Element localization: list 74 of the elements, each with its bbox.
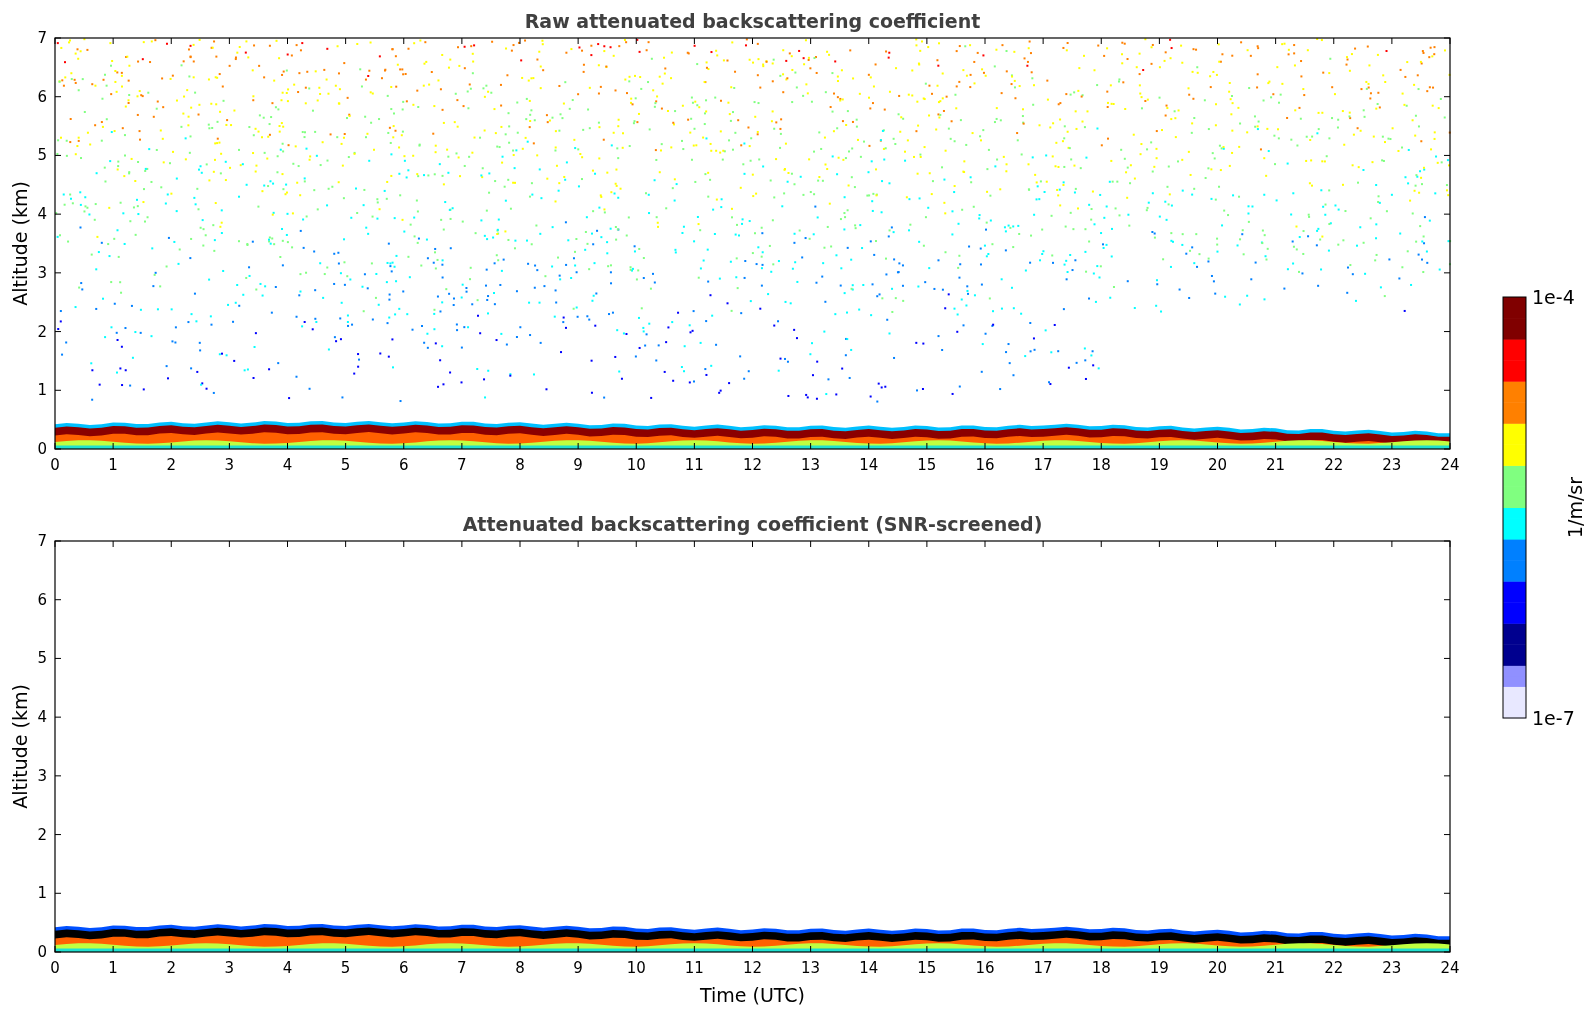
y-tick-label: 4 <box>37 205 47 224</box>
x-tick-label: 8 <box>515 456 525 474</box>
x-tick-label: 7 <box>457 959 467 977</box>
x-tick-label: 13 <box>801 959 821 977</box>
y-axis-label: Altitude (km) <box>9 684 31 809</box>
y-axis-label: Altitude (km) <box>9 181 31 306</box>
colorbar-max-label: 1e-4 <box>1532 286 1575 308</box>
x-tick-label: 2 <box>166 456 176 474</box>
x-tick-label: 6 <box>399 959 409 977</box>
y-tick-label: 2 <box>37 322 47 341</box>
x-tick-label: 6 <box>399 456 409 474</box>
x-tick-label: 5 <box>340 959 351 977</box>
y-tick-label: 7 <box>37 532 47 550</box>
y-tick-label: 2 <box>37 825 47 844</box>
y-tick-label: 3 <box>37 766 47 785</box>
y-tick-label: 3 <box>37 263 47 282</box>
y-tick-label: 4 <box>37 708 47 727</box>
y-tick-label: 5 <box>37 649 47 668</box>
y-tick-label: 6 <box>37 87 47 106</box>
x-tick-label: 24 <box>1440 456 1460 474</box>
x-tick-label: 19 <box>1149 959 1169 977</box>
x-tick-label: 10 <box>626 456 646 474</box>
x-tick-label: 4 <box>282 456 293 474</box>
x-tick-label: 4 <box>282 959 293 977</box>
plot-title: Attenuated backscattering coefficient (SNR-screened) <box>462 513 1043 535</box>
y-tick-label: 5 <box>37 146 47 165</box>
x-tick-label: 14 <box>859 959 879 977</box>
y-tick-label: 6 <box>37 590 47 609</box>
x-tick-label: 12 <box>742 456 763 474</box>
x-tick-label: 9 <box>573 456 583 474</box>
x-tick-label: 23 <box>1382 959 1402 977</box>
y-tick-label: 0 <box>37 943 47 961</box>
x-tick-label: 14 <box>859 456 879 474</box>
x-tick-label: 15 <box>917 456 937 474</box>
x-tick-label: 0 <box>50 959 60 977</box>
x-tick-label: 7 <box>457 456 467 474</box>
x-tick-label: 1 <box>108 456 118 474</box>
x-tick-label: 21 <box>1266 959 1286 977</box>
x-tick-label: 20 <box>1207 959 1228 977</box>
x-tick-label: 3 <box>224 959 235 977</box>
x-tick-label: 3 <box>224 456 235 474</box>
x-tick-label: 1 <box>108 959 118 977</box>
y-tick-label: 7 <box>37 29 47 47</box>
x-tick-label: 22 <box>1324 959 1344 977</box>
x-tick-label: 20 <box>1207 456 1228 474</box>
x-tick-label: 16 <box>975 959 995 977</box>
x-tick-label: 12 <box>742 959 763 977</box>
x-tick-label: 23 <box>1382 456 1402 474</box>
x-tick-label: 11 <box>684 456 704 474</box>
x-tick-label: 18 <box>1091 456 1111 474</box>
x-tick-label: 17 <box>1033 959 1053 977</box>
x-tick-label: 17 <box>1033 456 1053 474</box>
x-tick-label: 5 <box>340 456 351 474</box>
x-tick-label: 24 <box>1440 959 1460 977</box>
x-tick-label: 19 <box>1149 456 1169 474</box>
x-tick-label: 15 <box>917 959 937 977</box>
y-tick-label: 1 <box>37 381 47 400</box>
x-tick-label: 9 <box>573 959 583 977</box>
x-tick-label: 0 <box>50 456 60 474</box>
x-axis-label: Time (UTC) <box>700 984 805 1006</box>
x-tick-label: 11 <box>684 959 704 977</box>
x-tick-label: 16 <box>975 456 995 474</box>
x-tick-label: 8 <box>515 959 525 977</box>
x-tick-label: 10 <box>626 959 646 977</box>
x-tick-label: 22 <box>1324 456 1344 474</box>
colorbar-label: 1/m/sr <box>1564 476 1586 539</box>
x-tick-label: 2 <box>166 959 176 977</box>
x-tick-label: 21 <box>1266 456 1286 474</box>
colorbar-min-label: 1e-7 <box>1532 707 1575 729</box>
x-tick-label: 18 <box>1091 959 1111 977</box>
plot-title: Raw attenuated backscattering coefficient <box>524 10 981 32</box>
x-tick-label: 13 <box>801 456 821 474</box>
y-tick-label: 0 <box>37 440 47 458</box>
y-tick-label: 1 <box>37 884 47 903</box>
